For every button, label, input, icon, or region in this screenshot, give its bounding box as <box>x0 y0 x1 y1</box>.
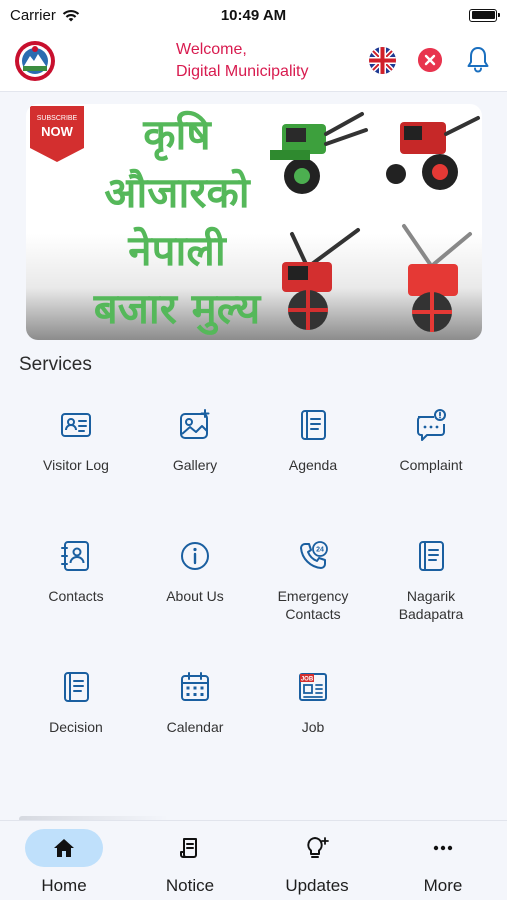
banner-line-1: कृषि <box>143 110 211 159</box>
service-label: Complaint <box>399 457 463 473</box>
service-nagarik-badapatra[interactable]: Nagarik Badapatra <box>372 539 490 623</box>
banner-line-2: औजारको <box>104 168 250 217</box>
service-decision[interactable]: Decision <box>17 670 135 736</box>
tab-updates-label: Updates <box>285 876 349 895</box>
contacts-icon <box>61 541 89 571</box>
tab-home[interactable]: Home <box>1 821 127 900</box>
service-label: Visitor Log <box>43 457 109 473</box>
municipality-logo <box>15 41 55 81</box>
service-calendar[interactable]: Calendar <box>136 670 254 736</box>
more-dots-icon <box>433 845 453 851</box>
tab-notice-highlight <box>151 829 229 867</box>
service-emergency-contacts[interactable]: 24 Emergency Contacts <box>254 539 372 623</box>
service-label: Calendar <box>166 719 224 735</box>
close-icon[interactable] <box>418 48 442 72</box>
welcome-line-1: Welcome, <box>176 41 247 58</box>
agenda-icon <box>301 410 326 440</box>
job-icon: JOB <box>299 673 327 701</box>
status-bar: Carrier 10:49 AM <box>0 0 507 30</box>
red-tiller-image <box>386 116 480 190</box>
visitor-log-icon <box>61 413 91 437</box>
bulb-icon <box>307 837 329 858</box>
bottom-tab-bar: Home Notice Updates More <box>0 820 507 900</box>
service-label: Decision <box>49 719 103 735</box>
svg-text:24: 24 <box>316 547 324 554</box>
emergency-24-icon: 24 <box>300 541 328 569</box>
calendar-icon <box>181 672 209 701</box>
uk-flag-language-icon[interactable] <box>369 47 396 74</box>
services-title: Services <box>19 354 92 375</box>
service-job[interactable]: JOB Job <box>254 670 372 736</box>
notice-icon <box>180 838 197 858</box>
service-agenda[interactable]: Agenda <box>254 408 372 474</box>
info-icon <box>181 542 209 570</box>
nagarik-badapatra-icon <box>419 541 444 571</box>
banner-line-4: बजार मुल्य <box>93 284 261 333</box>
service-label: Emergency Contacts <box>277 588 349 622</box>
red-rotavator-image <box>282 228 360 330</box>
service-about-us[interactable]: About Us <box>136 539 254 605</box>
service-label: Agenda <box>288 457 338 473</box>
tab-updates-highlight <box>278 829 356 867</box>
service-complaint[interactable]: Complaint <box>372 408 490 474</box>
notification-bell-icon[interactable] <box>466 45 490 73</box>
green-tiller-image <box>270 112 368 194</box>
tab-home-highlight <box>25 829 103 867</box>
service-contacts[interactable]: Contacts <box>17 539 135 605</box>
complaint-icon <box>417 409 446 441</box>
service-label: Nagarik Badapatra <box>398 588 464 622</box>
tab-more-highlight <box>404 829 482 867</box>
tab-more[interactable]: More <box>380 821 506 900</box>
tab-home-label: Home <box>41 876 87 895</box>
badge-bottom-text: NOW <box>41 124 74 139</box>
app-header: Welcome, Digital Municipality <box>0 30 507 92</box>
home-icon <box>54 839 74 857</box>
svg-text:JOB: JOB <box>301 677 314 683</box>
battery-icon <box>469 8 500 22</box>
tab-notice[interactable]: Notice <box>127 821 253 900</box>
wifi-icon <box>62 9 80 21</box>
service-label: Gallery <box>172 457 218 473</box>
service-label: Contacts <box>48 588 104 604</box>
status-left: Carrier <box>10 7 80 24</box>
carrier-label: Carrier <box>10 6 56 24</box>
banner-headline: कृषि औजारको नेपाली बजार मुल्य <box>72 106 282 338</box>
banner-line-3: नेपाली <box>128 226 226 275</box>
welcome-text: Welcome, Digital Municipality <box>176 39 309 83</box>
welcome-line-2: Digital Municipality <box>176 63 309 80</box>
service-label: About Us <box>166 588 224 604</box>
promo-banner[interactable]: SUBSCRIBE NOW कृषि औजारको नेपाली बजार मु… <box>26 104 482 340</box>
gallery-icon <box>180 409 210 439</box>
tab-updates[interactable]: Updates <box>254 821 380 900</box>
service-visitor-log[interactable]: Visitor Log <box>17 408 135 474</box>
tab-notice-label: Notice <box>165 876 215 895</box>
decision-icon <box>64 672 89 702</box>
tab-more-label: More <box>423 876 463 895</box>
red-cultivator-image <box>402 224 472 332</box>
service-label: Job <box>301 719 325 735</box>
service-gallery[interactable]: Gallery <box>136 408 254 474</box>
